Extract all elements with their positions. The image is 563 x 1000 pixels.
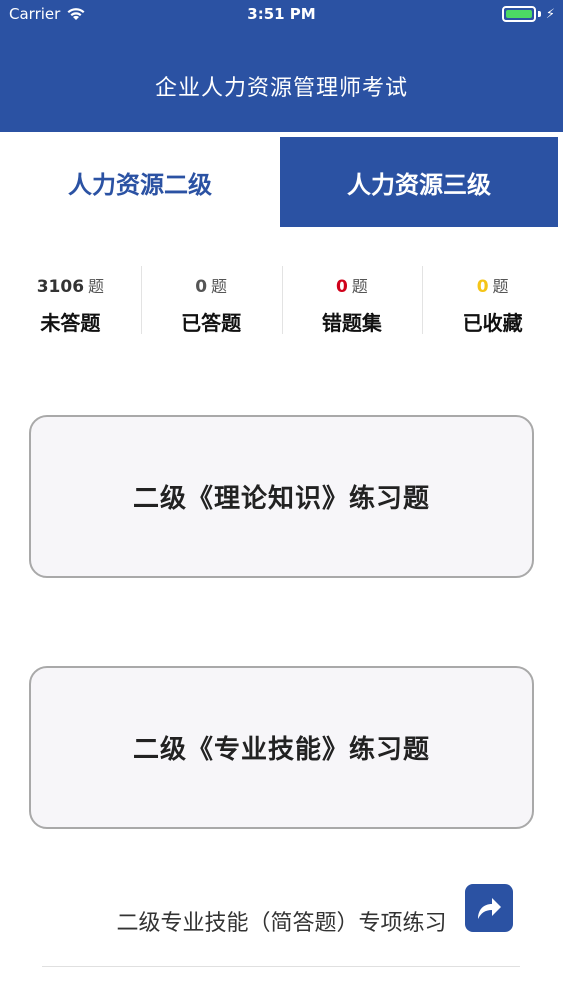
- divider: [42, 966, 520, 967]
- battery-group: ⚡: [501, 6, 555, 22]
- share-arrow-icon: [478, 898, 501, 919]
- battery-icon: [501, 6, 536, 22]
- status-bar: Carrier 3:51 PM ⚡: [0, 0, 563, 30]
- share-button[interactable]: [465, 884, 513, 932]
- level-tabs: 人力资源二级 人力资源三级: [0, 137, 563, 227]
- stat-wrong[interactable]: 0题 错题集: [281, 264, 423, 336]
- stat-unit: 题: [211, 277, 228, 296]
- stat-answered[interactable]: 0题 已答题: [140, 264, 282, 336]
- stat-unit: 题: [88, 277, 105, 296]
- stat-unit: 题: [351, 277, 368, 296]
- stat-label: 错题集: [321, 311, 382, 335]
- page-title: 企业人力资源管理师考试: [154, 76, 408, 101]
- stat-count: 0: [335, 277, 348, 297]
- stat-label: 已收藏: [462, 311, 523, 335]
- status-time: 3:51 PM: [247, 5, 316, 23]
- stat-label: 未答题: [40, 311, 101, 335]
- stat-count: 0: [195, 277, 208, 297]
- stat-count: 3106: [36, 277, 85, 297]
- tab-level-2[interactable]: 人力资源二级: [0, 137, 280, 227]
- theory-practice-button[interactable]: 二级《理论知识》练习题: [29, 415, 534, 578]
- stats-row: 3106 题 未答题 0题 已答题 0题 错题集 0题 已收藏: [0, 264, 563, 336]
- stat-unanswered[interactable]: 3106 题 未答题: [0, 264, 141, 336]
- battery-fill: [505, 10, 532, 18]
- stat-label: 已答题: [181, 311, 242, 335]
- skills-practice-button[interactable]: 二级《专业技能》练习题: [29, 666, 534, 829]
- stat-favorites[interactable]: 0题 已收藏: [422, 264, 563, 336]
- tab-level-3[interactable]: 人力资源三级: [280, 137, 558, 227]
- battery-cap: [537, 11, 541, 17]
- stat-unit: 题: [492, 277, 509, 296]
- stat-count: 0: [476, 277, 489, 297]
- charging-bolt-icon: ⚡: [545, 6, 555, 22]
- header: Carrier 3:51 PM ⚡ 企业人力资源管理师考试: [0, 0, 563, 132]
